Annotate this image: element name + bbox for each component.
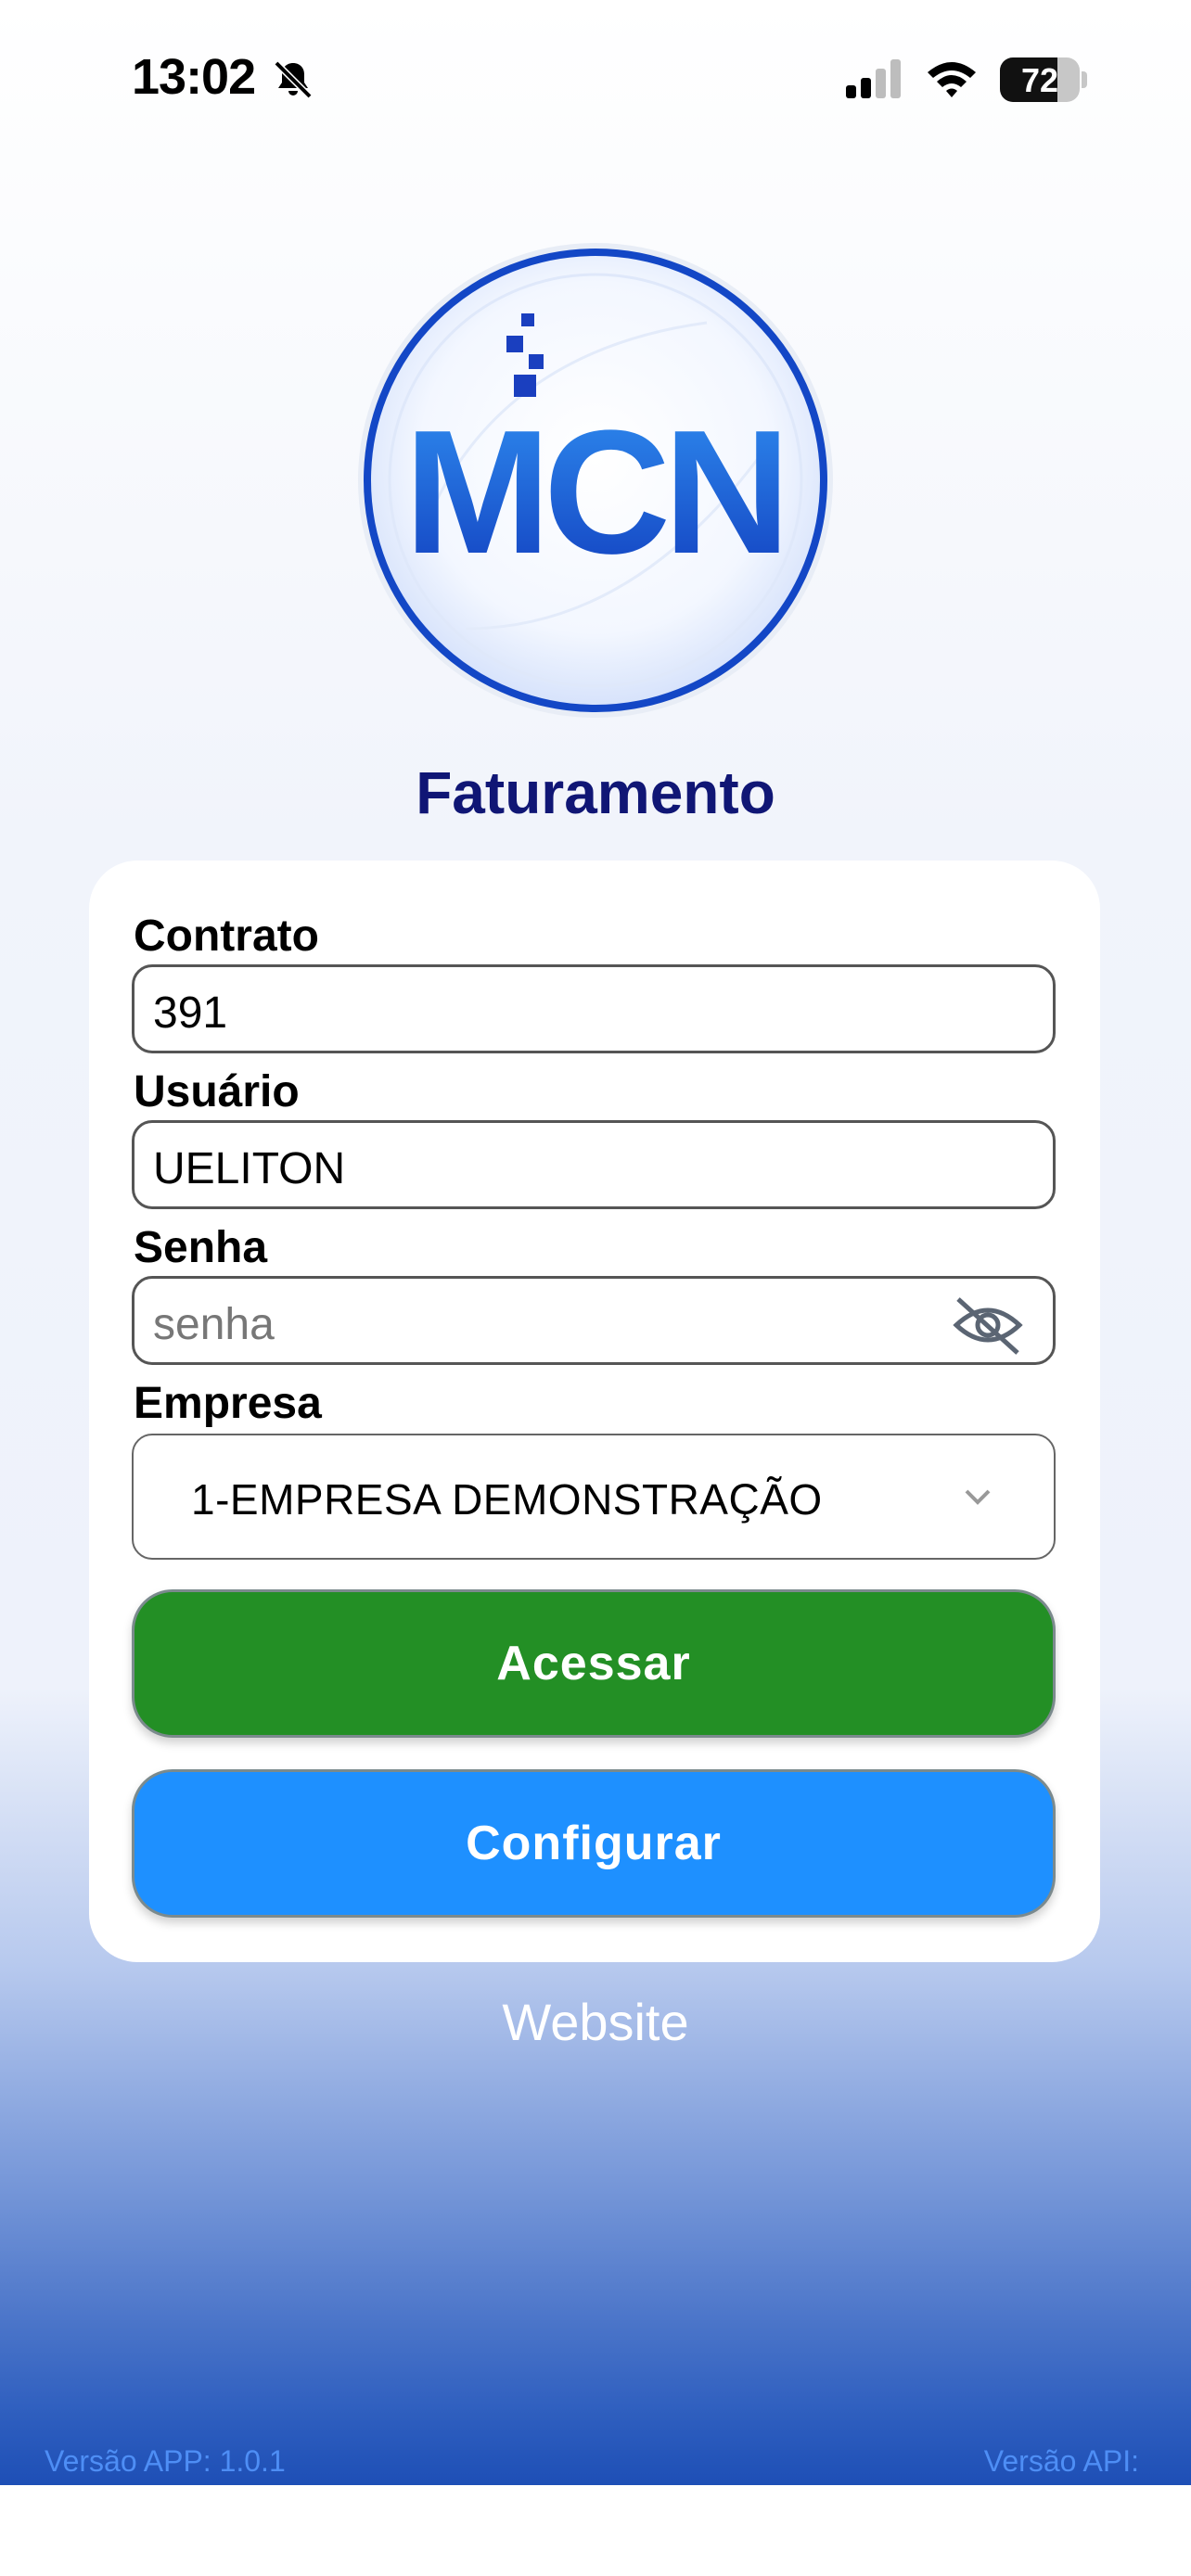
- website-link[interactable]: Website: [0, 1992, 1191, 2052]
- cellular-signal-icon: [846, 59, 901, 98]
- chevron-down-icon: [965, 1489, 991, 1505]
- app-logo: MCN: [358, 243, 833, 718]
- contrato-label: Contrato: [134, 912, 319, 961]
- wifi-icon: [928, 62, 976, 97]
- battery-level: 72: [1020, 61, 1059, 99]
- contrato-value: 391: [153, 988, 228, 1038]
- app-screen: 13:02 72 MCN Faturamento Contrato 391 Us…: [0, 0, 1191, 2485]
- usuario-label: Usuário: [134, 1067, 300, 1116]
- status-time: 13:02: [132, 49, 256, 105]
- bottom-area: [0, 2485, 1191, 2576]
- empresa-selected: 1-EMPRESA DEMONSTRAÇÃO: [191, 1475, 823, 1524]
- eye-slash-icon[interactable]: [951, 1295, 1025, 1355]
- login-card: Contrato 391 Usuário UELITON Senha senha…: [89, 861, 1100, 1962]
- contrato-input[interactable]: 391: [132, 964, 1056, 1053]
- api-version: Versão API:: [983, 2444, 1139, 2478]
- bell-slash-icon: [274, 60, 313, 99]
- empresa-select[interactable]: 1-EMPRESA DEMONSTRAÇÃO: [132, 1434, 1056, 1560]
- usuario-input[interactable]: UELITON: [132, 1120, 1056, 1209]
- senha-input[interactable]: senha: [132, 1276, 1056, 1365]
- senha-placeholder: senha: [153, 1300, 275, 1349]
- app-version: Versão APP: 1.0.1: [45, 2444, 286, 2478]
- senha-label: Senha: [134, 1223, 268, 1272]
- logo-text: MCN: [404, 394, 784, 591]
- app-title: Faturamento: [416, 759, 775, 826]
- usuario-value: UELITON: [153, 1144, 346, 1193]
- battery-icon: 72: [1000, 57, 1089, 102]
- empresa-label: Empresa: [134, 1379, 322, 1428]
- configurar-button[interactable]: Configurar: [132, 1769, 1056, 1918]
- acessar-button[interactable]: Acessar: [132, 1589, 1056, 1738]
